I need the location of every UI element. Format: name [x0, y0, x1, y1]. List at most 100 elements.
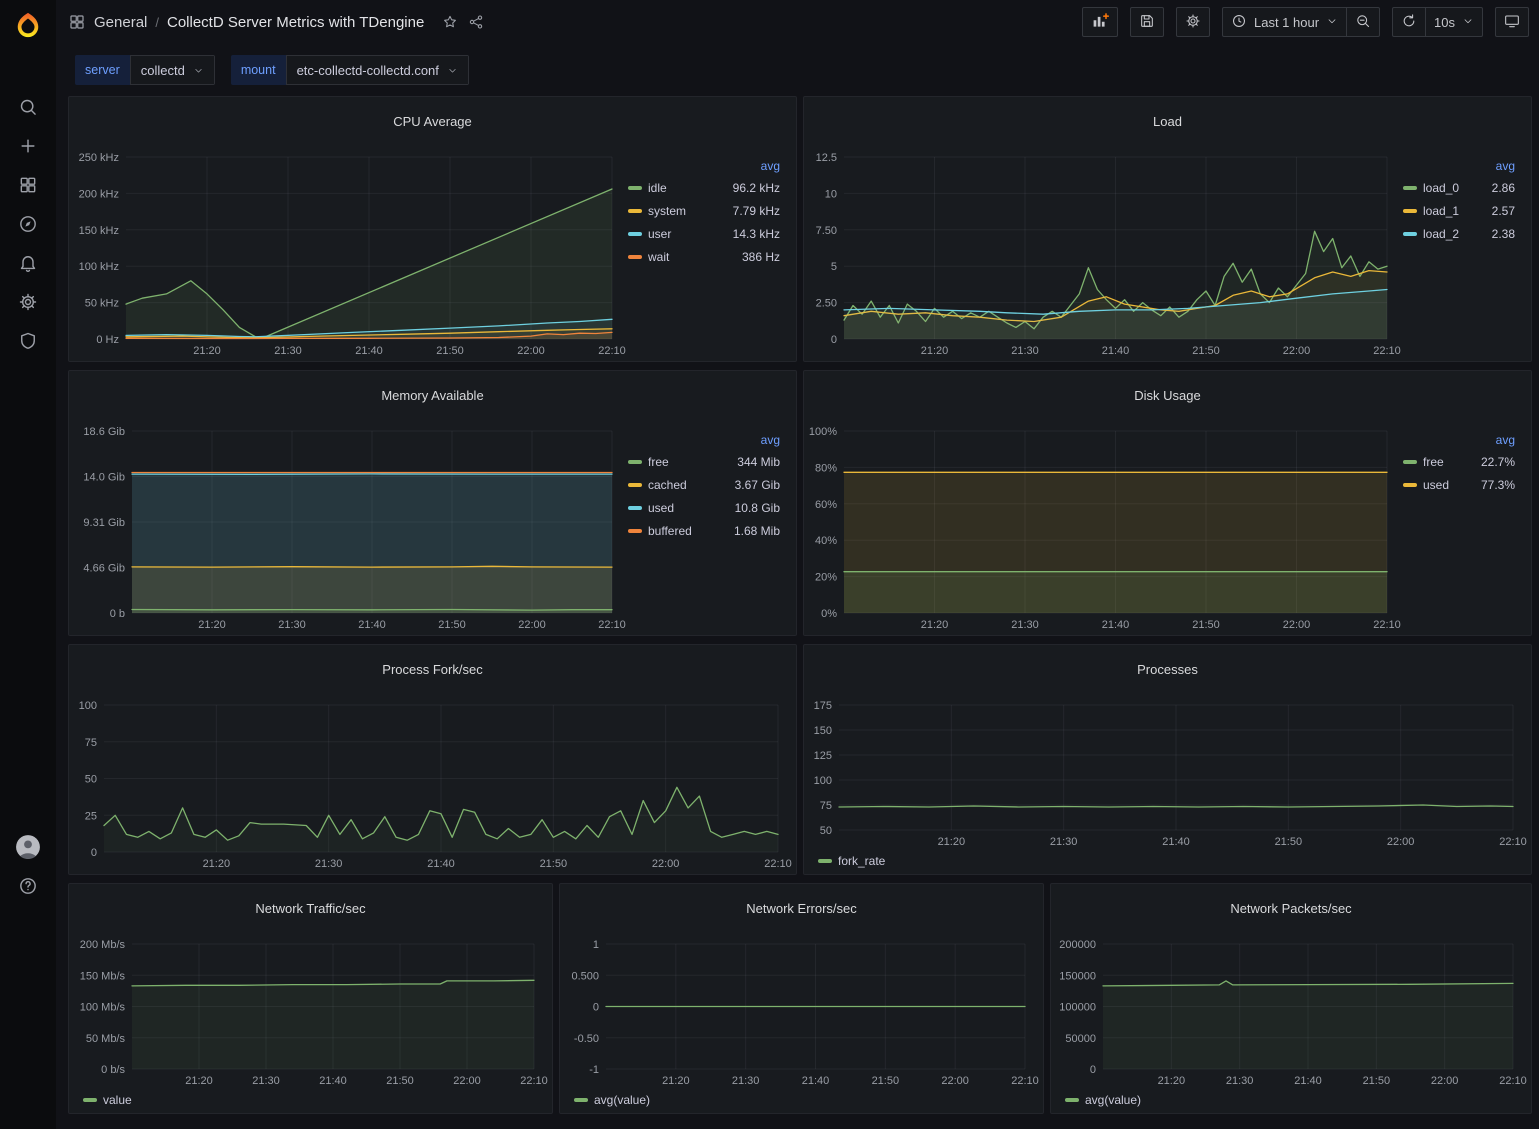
- chart-svg: 0%20%40%60%80%100%21:2021:3021:4021:5022…: [808, 421, 1401, 633]
- legend-series-label[interactable]: avg(value): [1085, 1093, 1141, 1107]
- legend-series-label[interactable]: load_0: [1423, 181, 1486, 195]
- svg-text:21:50: 21:50: [436, 345, 464, 357]
- search-icon[interactable]: [0, 92, 56, 122]
- svg-text:21:20: 21:20: [662, 1075, 690, 1087]
- svg-text:22:00: 22:00: [1283, 345, 1311, 357]
- legend-series-label[interactable]: avg(value): [594, 1093, 650, 1107]
- legend-series-label[interactable]: used: [1423, 478, 1475, 492]
- svg-text:22:00: 22:00: [518, 619, 546, 631]
- breadcrumb-folder[interactable]: General: [94, 14, 147, 31]
- legend-series-label[interactable]: used: [648, 501, 729, 515]
- chart-svg: 025507510021:2021:3021:4021:5022:0022:10: [73, 695, 792, 872]
- admin-shield-icon[interactable]: [0, 326, 56, 356]
- add-panel-button[interactable]: [1082, 7, 1118, 37]
- legend-series-label[interactable]: system: [648, 204, 727, 218]
- save-dashboard-button[interactable]: [1130, 7, 1164, 37]
- chart-network-traffic[interactable]: 0 b/s50 Mb/s100 Mb/s150 Mb/s200 Mb/s21:2…: [73, 934, 548, 1089]
- svg-text:60%: 60%: [815, 498, 837, 510]
- panel-title[interactable]: Network Traffic/sec: [69, 895, 552, 923]
- legend-series-marker[interactable]: [628, 255, 642, 259]
- legend-series-label[interactable]: fork_rate: [838, 854, 885, 868]
- panel-title[interactable]: Memory Available: [69, 382, 796, 410]
- dashboard-title[interactable]: CollectD Server Metrics with TDengine: [167, 14, 424, 31]
- legend-series-marker[interactable]: [628, 529, 642, 533]
- legend-series-marker[interactable]: [1403, 186, 1417, 190]
- legend-series-marker[interactable]: [628, 232, 642, 236]
- chevron-down-icon: [447, 65, 458, 76]
- dashboards-icon[interactable]: [0, 170, 56, 200]
- variable-mount-value[interactable]: etc-collectd-collectd.conf: [286, 55, 469, 85]
- legend-series-marker[interactable]: [818, 859, 832, 863]
- add-icon[interactable]: [0, 131, 56, 161]
- legend-series-label[interactable]: load_1: [1423, 204, 1486, 218]
- panel-title[interactable]: Load: [804, 108, 1531, 136]
- time-range-picker[interactable]: Last 1 hour: [1222, 7, 1347, 37]
- legend-series-marker[interactable]: [83, 1098, 97, 1102]
- legend-series-marker[interactable]: [628, 483, 642, 487]
- legend-series-label[interactable]: buffered: [648, 524, 728, 538]
- explore-compass-icon[interactable]: [0, 209, 56, 239]
- cycle-view-button[interactable]: [1495, 7, 1529, 37]
- legend-sort-avg[interactable]: avg: [628, 159, 780, 173]
- legend-series-label[interactable]: wait: [648, 250, 736, 264]
- legend-series-marker[interactable]: [628, 186, 642, 190]
- legend-series-marker[interactable]: [628, 209, 642, 213]
- sidebar: [0, 0, 56, 1129]
- panel-title[interactable]: Disk Usage: [804, 382, 1531, 410]
- legend-series-marker[interactable]: [628, 460, 642, 464]
- svg-text:250 kHz: 250 kHz: [79, 152, 119, 164]
- chart-process-fork[interactable]: 025507510021:2021:3021:4021:5022:0022:10: [73, 695, 792, 872]
- chart-load[interactable]: 02.5057.501012.521:2021:3021:4021:5022:0…: [808, 147, 1401, 359]
- chart-processes[interactable]: 507510012515017521:2021:3021:4021:5022:0…: [808, 695, 1527, 850]
- grafana-logo[interactable]: [0, 8, 56, 42]
- star-icon[interactable]: [442, 14, 458, 30]
- panel-title[interactable]: Process Fork/sec: [69, 656, 796, 684]
- refresh-icon: [1401, 13, 1417, 32]
- variable-server-value[interactable]: collectd: [130, 55, 215, 85]
- monitor-icon: [1504, 13, 1520, 32]
- panel-title[interactable]: Processes: [804, 656, 1531, 684]
- alerting-bell-icon[interactable]: [0, 248, 56, 278]
- refresh-interval-dropdown[interactable]: 10s: [1426, 7, 1483, 37]
- legend-series-label[interactable]: user: [648, 227, 727, 241]
- panel-title[interactable]: Network Packets/sec: [1051, 895, 1531, 923]
- chart-network-errors[interactable]: -1-0.5000.500121:2021:3021:4021:5022:002…: [564, 934, 1039, 1089]
- legend-sort-avg[interactable]: avg: [628, 433, 780, 447]
- svg-text:22:10: 22:10: [1011, 1075, 1039, 1087]
- panel-title[interactable]: CPU Average: [69, 108, 796, 136]
- breadcrumb: General / CollectD Server Metrics with T…: [68, 13, 484, 31]
- legend-series-label[interactable]: cached: [648, 478, 729, 492]
- chart-memory-available[interactable]: 0 b4.66 Gib9.31 Gib14.0 Gib18.6 Gib21:20…: [73, 421, 626, 633]
- svg-text:100000: 100000: [1059, 1001, 1096, 1013]
- chart-cpu-average[interactable]: 0 Hz50 kHz100 kHz150 kHz200 kHz250 kHz21…: [73, 147, 626, 359]
- legend-series-label[interactable]: idle: [648, 181, 727, 195]
- legend-series-marker[interactable]: [1403, 460, 1417, 464]
- chart-disk-usage[interactable]: 0%20%40%60%80%100%21:2021:3021:4021:5022…: [808, 421, 1401, 633]
- legend-series-marker[interactable]: [1403, 483, 1417, 487]
- zoom-out-button[interactable]: [1347, 7, 1380, 37]
- svg-text:22:00: 22:00: [1387, 836, 1415, 848]
- legend-sort-avg[interactable]: avg: [1403, 159, 1515, 173]
- share-icon[interactable]: [468, 14, 484, 30]
- user-avatar[interactable]: [0, 832, 56, 862]
- chart-network-packets[interactable]: 05000010000015000020000021:2021:3021:402…: [1055, 934, 1527, 1089]
- legend-series-marker[interactable]: [1403, 209, 1417, 213]
- legend-series-marker[interactable]: [1065, 1098, 1079, 1102]
- svg-text:22:00: 22:00: [1283, 619, 1311, 631]
- legend-series-label[interactable]: load_2: [1423, 227, 1486, 241]
- legend-series-label[interactable]: value: [103, 1093, 132, 1107]
- legend-series-label[interactable]: free: [648, 455, 731, 469]
- legend-series-marker[interactable]: [1403, 232, 1417, 236]
- legend-sort-avg[interactable]: avg: [1403, 433, 1515, 447]
- help-icon[interactable]: [0, 871, 56, 901]
- refresh-button[interactable]: [1392, 7, 1426, 37]
- panel-title[interactable]: Network Errors/sec: [560, 895, 1043, 923]
- settings-gear-icon[interactable]: [0, 287, 56, 317]
- legend-series-marker[interactable]: [628, 506, 642, 510]
- legend-series-marker[interactable]: [574, 1098, 588, 1102]
- svg-text:22:00: 22:00: [1431, 1075, 1459, 1087]
- breadcrumb-separator: /: [155, 15, 159, 30]
- legend-series-label[interactable]: free: [1423, 455, 1475, 469]
- svg-text:22:10: 22:10: [1373, 345, 1401, 357]
- dashboard-settings-button[interactable]: [1176, 7, 1210, 37]
